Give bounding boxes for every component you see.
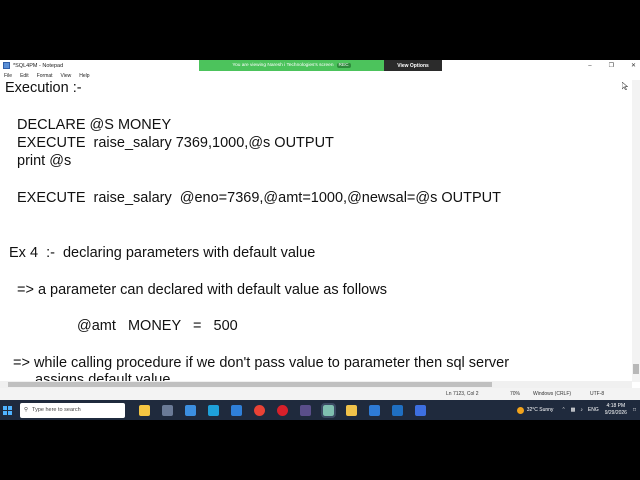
editor-line: Execution :-: [5, 80, 82, 96]
mail-icon[interactable]: [231, 404, 242, 416]
notepad-window: *SQL4PM - Notepad – ❐ ✕ You are viewing …: [0, 60, 640, 420]
visual-studio-icon[interactable]: [392, 404, 403, 416]
menu-view[interactable]: View: [61, 73, 72, 79]
search-icon: ⚲: [24, 407, 29, 413]
screen-share-banner: You are viewing Naresh i Technologies's …: [199, 60, 384, 71]
widgets-icon[interactable]: [139, 404, 150, 416]
window-title: *SQL4PM - Notepad: [13, 62, 64, 69]
close-icon[interactable]: ✕: [631, 62, 636, 69]
zoom-app-icon[interactable]: [415, 404, 426, 416]
volume-icon[interactable]: ♪: [580, 407, 583, 413]
restore-icon[interactable]: ❐: [609, 62, 614, 69]
share-banner-text: You are viewing Naresh i Technologies's …: [232, 63, 334, 68]
search-placeholder: Type here to search: [32, 407, 81, 413]
copilot-icon[interactable]: [185, 404, 196, 416]
clock-time: 4:18 PM: [606, 403, 626, 409]
chrome-icon[interactable]: [254, 404, 265, 416]
notepad-taskbar-icon[interactable]: [321, 402, 336, 418]
editor-line: => a parameter can declared with default…: [17, 282, 387, 298]
line-ending: Windows (CRLF): [533, 391, 572, 397]
editor-line: print @s: [17, 153, 72, 169]
cursor-position: Ln 7123, Col 2: [446, 391, 479, 397]
rec-badge: REC: [336, 63, 351, 68]
tray-chevron-icon[interactable]: ⌃: [561, 407, 565, 413]
encoding: UTF-8: [590, 391, 605, 397]
editor-line: Ex 4 :- declaring parameters with defaul…: [9, 245, 316, 261]
window-controls: – ❐ ✕: [588, 60, 636, 71]
menu-format[interactable]: Format: [37, 73, 53, 79]
weather-icon[interactable]: [516, 406, 524, 414]
minimize-icon[interactable]: –: [588, 63, 591, 69]
task-view-icon[interactable]: [162, 404, 173, 416]
text-editor[interactable]: Execution :- DECLARE @S MONEY EXECUTE ra…: [0, 80, 632, 388]
windows-logo-icon: [2, 405, 12, 415]
editor-line: @amt MONEY = 500: [77, 318, 238, 334]
view-options-button[interactable]: View Options: [384, 60, 442, 71]
taskbar: ⚲ Type here to search 32°C Sunny ⌃ ▩ ♪ E…: [0, 400, 640, 420]
editor-line: EXECUTE raise_salary 7369,1000,@s OUTPUT: [17, 135, 334, 151]
mouse-pointer-icon: [622, 82, 628, 90]
notifications-icon[interactable]: □: [633, 407, 636, 413]
clock[interactable]: 4:18 PM 9/29/2026: [605, 403, 627, 417]
horizontal-scrollbar[interactable]: [0, 381, 632, 388]
taskbar-search[interactable]: ⚲ Type here to search: [20, 402, 125, 418]
zoom-level: 70%: [510, 391, 521, 397]
menu-file[interactable]: File: [4, 73, 12, 79]
status-bar: Ln 7123, Col 2 70% Windows (CRLF) UTF-8: [0, 388, 640, 400]
editor-line: DECLARE @S MONEY: [17, 117, 172, 133]
opera-icon[interactable]: [277, 404, 288, 416]
menu-help[interactable]: Help: [79, 73, 89, 79]
horizontal-scroll-thumb[interactable]: [8, 382, 492, 387]
menu-bar: File Edit Format View Help: [0, 71, 640, 80]
media-app-icon[interactable]: [300, 404, 311, 416]
notepad-icon: [3, 62, 10, 69]
editor-line: => while calling procedure if we don't p…: [13, 355, 510, 371]
file-explorer-icon[interactable]: [346, 404, 357, 416]
editor-line: EXECUTE raise_salary @eno=7369,@amt=1000…: [17, 190, 502, 206]
language-indicator[interactable]: ENG: [588, 407, 599, 413]
start-button[interactable]: [0, 400, 14, 420]
edge-icon[interactable]: [208, 404, 219, 416]
clock-date: 9/29/2026: [604, 410, 627, 416]
menu-edit[interactable]: Edit: [20, 73, 29, 79]
vertical-scroll-thumb[interactable]: [633, 364, 639, 374]
outlook-icon[interactable]: [369, 404, 380, 416]
network-icon[interactable]: ▩: [571, 407, 576, 413]
system-tray: 32°C Sunny ⌃ ▩ ♪ ENG 4:18 PM 9/29/2026 □: [516, 400, 640, 420]
vertical-scrollbar[interactable]: [632, 80, 640, 382]
weather-text[interactable]: 32°C Sunny: [527, 407, 554, 413]
